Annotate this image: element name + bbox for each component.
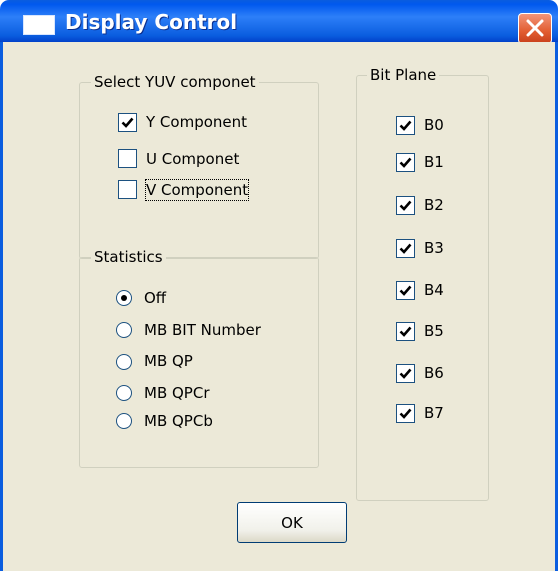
checkmark-icon xyxy=(121,117,134,128)
b7-checkbox[interactable] xyxy=(396,404,415,423)
statistics-mb-qpcr-radio[interactable] xyxy=(116,385,132,401)
u-component-label: U Componet xyxy=(146,150,240,168)
checkmark-icon xyxy=(399,285,412,296)
statistics-mb-bit-number-radio[interactable] xyxy=(116,322,132,338)
radio-selected-dot xyxy=(121,295,127,301)
statistics-group: Statistics xyxy=(79,247,319,468)
b3-label: B3 xyxy=(424,239,444,257)
checkmark-icon xyxy=(399,157,412,168)
y-component-checkbox[interactable] xyxy=(118,113,137,132)
y-component-label: Y Component xyxy=(146,113,248,131)
checkmark-icon xyxy=(399,408,412,419)
window-icon xyxy=(23,15,55,35)
checkmark-icon xyxy=(399,368,412,379)
title-bar[interactable]: Display Control xyxy=(0,0,558,44)
statistics-mb-qpcr-label: MB QPCr xyxy=(144,384,210,402)
ok-button[interactable]: OK xyxy=(237,502,347,543)
statistics-mb-bit-number-label: MB BIT Number xyxy=(144,321,261,339)
yuv-group-legend: Select YUV componet xyxy=(91,72,259,92)
b0-checkbox[interactable] xyxy=(396,116,415,135)
b5-label: B5 xyxy=(424,322,444,340)
statistics-mb-qpcb-radio[interactable] xyxy=(116,413,132,429)
yuv-group: Select YUV componet xyxy=(79,72,319,259)
b1-checkbox[interactable] xyxy=(396,153,415,172)
b2-label: B2 xyxy=(424,196,444,214)
checkmark-icon xyxy=(399,200,412,211)
checkmark-icon xyxy=(399,326,412,337)
close-button[interactable] xyxy=(518,13,552,44)
v-component-checkbox[interactable] xyxy=(118,180,137,199)
window-title: Display Control xyxy=(65,10,238,34)
b4-checkbox[interactable] xyxy=(396,281,415,300)
b4-label: B4 xyxy=(424,281,444,299)
statistics-mb-qpcb-label: MB QPCb xyxy=(144,412,213,430)
b6-checkbox[interactable] xyxy=(396,364,415,383)
bitplane-group-legend: Bit Plane xyxy=(367,65,440,85)
checkmark-icon xyxy=(399,243,412,254)
dialog-window: Display Control Select YUV componet Y Co… xyxy=(0,0,558,571)
b0-label: B0 xyxy=(424,116,444,134)
b1-label: B1 xyxy=(424,153,444,171)
checkmark-icon xyxy=(399,120,412,131)
bitplane-group: Bit Plane xyxy=(356,65,489,501)
u-component-checkbox[interactable] xyxy=(118,149,137,168)
v-component-label: V Component xyxy=(144,179,250,201)
statistics-mb-qp-radio[interactable] xyxy=(116,354,132,370)
b6-label: B6 xyxy=(424,364,444,382)
statistics-mb-qp-label: MB QP xyxy=(144,352,193,370)
statistics-off-radio[interactable] xyxy=(116,290,132,306)
close-icon xyxy=(526,19,544,37)
b5-checkbox[interactable] xyxy=(396,322,415,341)
statistics-group-legend: Statistics xyxy=(91,247,166,267)
b3-checkbox[interactable] xyxy=(396,239,415,258)
b2-checkbox[interactable] xyxy=(396,196,415,215)
dialog-body: Select YUV componet Y Component U Compon… xyxy=(0,42,558,571)
b7-label: B7 xyxy=(424,404,444,422)
statistics-off-label: Off xyxy=(144,289,167,307)
